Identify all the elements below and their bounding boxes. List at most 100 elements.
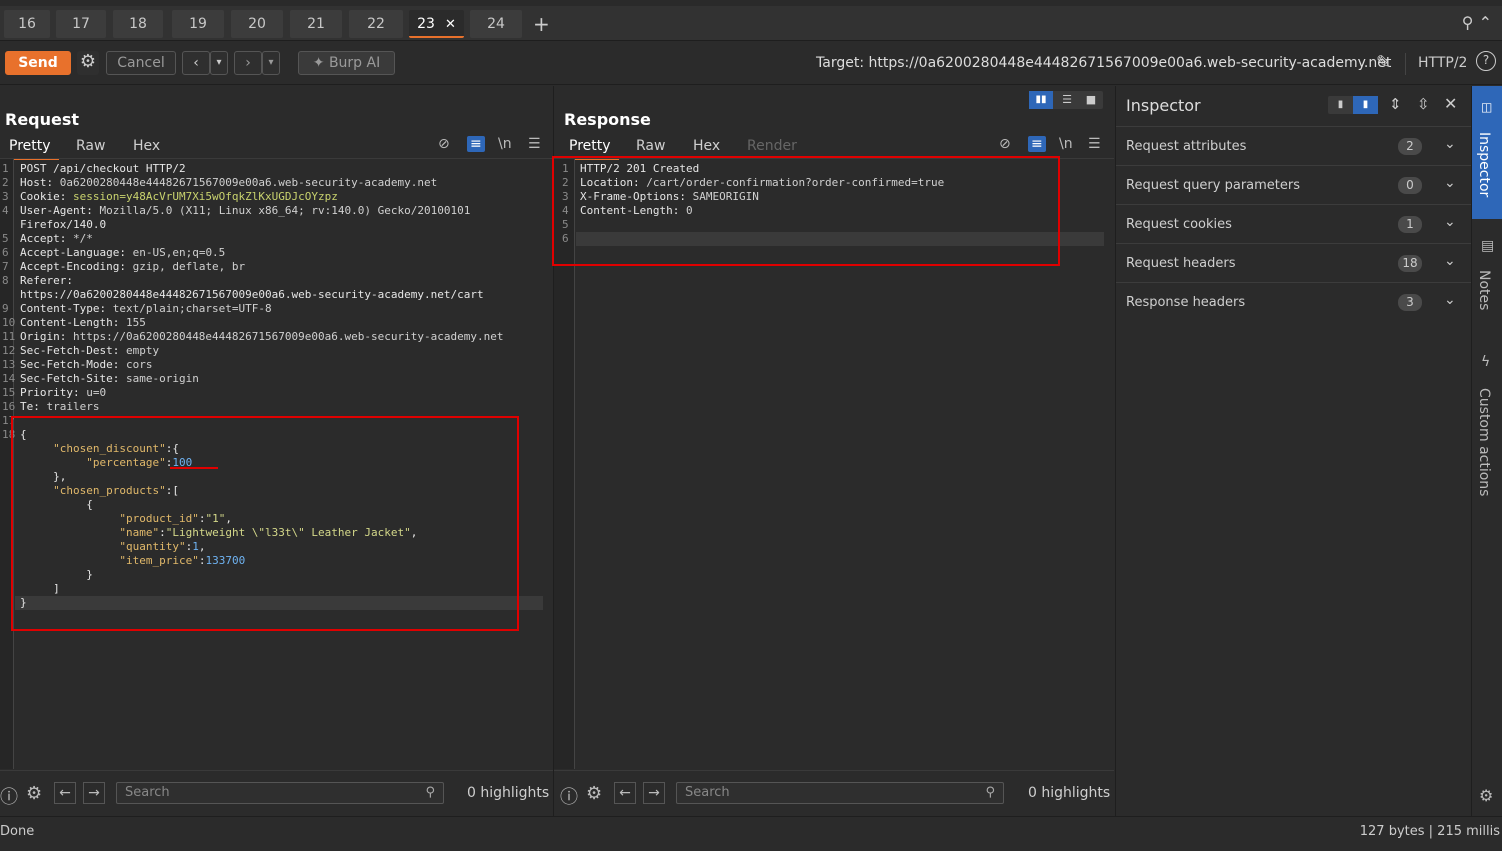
header-value: Mozilla/5.0 (X11; Linux x86_64; rv:140.0… [92, 204, 471, 217]
header-name: Location: [580, 176, 640, 189]
request-tab-raw[interactable]: Raw [76, 138, 105, 154]
line-number: 13 [2, 358, 16, 371]
inspector-row[interactable]: Request headers 18 ⌄ [1116, 243, 1472, 282]
gear-icon[interactable]: ⚙ [77, 51, 99, 75]
menu-icon[interactable]: ☰ [1088, 136, 1101, 152]
search-input[interactable]: Search ⚲ [676, 782, 1004, 804]
pencil-icon[interactable]: ✎ [1376, 52, 1391, 73]
header-name: X-Frame-Options: [580, 190, 686, 203]
forward-dropdown-icon[interactable]: ▾ [262, 51, 280, 75]
request-title: Request [5, 110, 80, 129]
count-badge: 2 [1398, 138, 1422, 155]
close-icon[interactable]: ✕ [1444, 94, 1457, 113]
layout-toggle[interactable]: ▮▮ ☰ ■ [1029, 91, 1103, 109]
search-input[interactable]: Search ⚲ [116, 782, 444, 804]
header-line: Te: trailers [20, 400, 99, 413]
tab-22[interactable]: 22 [349, 10, 403, 38]
tab-bar: 16 17 18 19 20 21 22 23 ✕ 24 + ⚲ ⌃ [0, 0, 1502, 41]
hide-icon[interactable]: ⊘ [999, 136, 1011, 152]
next-arrow-icon[interactable]: → [643, 782, 665, 804]
wrap-icon[interactable]: ≡ [1028, 136, 1046, 152]
request-tab-hex[interactable]: Hex [133, 138, 160, 154]
chevron-down-icon[interactable]: ⌄ [1444, 253, 1456, 269]
inspector-row[interactable]: Request cookies 1 ⌄ [1116, 204, 1472, 243]
request-tab-pretty[interactable]: Pretty [1, 138, 59, 160]
back-dropdown-icon[interactable]: ▾ [210, 51, 228, 75]
close-icon[interactable]: ✕ [445, 17, 456, 32]
response-tab-pretty[interactable]: Pretty [561, 138, 619, 160]
gear-icon[interactable]: ⚙ [26, 783, 42, 804]
notes-icon: ▤ [1481, 238, 1495, 254]
highlights-count: 0 highlights [467, 785, 550, 801]
tab-23-label: 23 [417, 16, 435, 32]
header-name: Content-Length: [20, 316, 120, 329]
help-icon[interactable]: ⓘ [560, 783, 578, 809]
response-editor[interactable]: 123456 HTTP/2 201 Created Location: /cart… [554, 158, 1114, 769]
tab-16[interactable]: 16 [4, 10, 50, 38]
inspector-layout-toggle[interactable]: ▮ ▮ [1328, 96, 1378, 114]
layout-left-icon[interactable]: ▮ [1328, 96, 1353, 114]
inspector-row[interactable]: Request attributes 2 ⌄ [1116, 126, 1472, 165]
split-horizontal-icon[interactable]: ☰ [1055, 91, 1079, 109]
header-line: Referer: [20, 274, 73, 287]
back-button[interactable]: ‹ [182, 51, 210, 75]
newline-toggle[interactable]: \n [498, 136, 512, 152]
prev-arrow-icon[interactable]: ← [614, 782, 636, 804]
sidebar-tab-inspector[interactable]: ◫ Inspector [1472, 86, 1502, 219]
burp-ai-button[interactable]: ✦ Burp AI [298, 51, 395, 75]
request-editor[interactable]: 1 2 3 4 5 6 7 8 9 10 11 12 13 14 15 16 17 18 POST /api/ch… [0, 158, 553, 769]
split-vertical-icon[interactable]: ▮▮ [1029, 91, 1053, 109]
header-name: Origin: [20, 330, 67, 343]
protocol-label[interactable]: HTTP/2 [1418, 55, 1467, 71]
tab-23[interactable]: 23 ✕ [409, 10, 464, 38]
line-number: 4 [562, 204, 569, 217]
tab-17[interactable]: 17 [56, 10, 106, 38]
line-number: 6 [562, 232, 569, 245]
chevron-up-icon[interactable]: ⌃ [1479, 13, 1492, 32]
prev-arrow-icon[interactable]: ← [54, 782, 76, 804]
header-line: User-Agent: Mozilla/5.0 (X11; Linux x86_… [20, 204, 470, 217]
chevron-down-icon[interactable]: ⌄ [1444, 214, 1456, 230]
sidebar-tab-notes[interactable]: ▤ Notes [1472, 226, 1502, 326]
tab-18[interactable]: 18 [113, 10, 163, 38]
search-icon[interactable]: ⚲ [1462, 13, 1474, 32]
inspector-row[interactable]: Response headers 3 ⌄ [1116, 282, 1472, 321]
header-name: HTTP/2 201 Created [580, 162, 700, 175]
expand-all-icon[interactable]: ⇕ [1389, 95, 1402, 113]
help-icon[interactable]: ? [1476, 51, 1496, 71]
response-tab-render[interactable]: Render [747, 138, 797, 154]
tab-20[interactable]: 20 [231, 10, 283, 38]
request-footer: ⓘ ⚙ ← → Search ⚲ 0 highlights [0, 770, 553, 816]
response-tab-raw[interactable]: Raw [636, 138, 665, 154]
help-icon[interactable]: ⓘ [0, 783, 18, 809]
forward-button[interactable]: › [234, 51, 262, 75]
hide-icon[interactable]: ⊘ [438, 136, 450, 152]
layout-right-icon[interactable]: ▮ [1353, 96, 1378, 114]
add-tab-icon[interactable]: + [533, 12, 550, 36]
response-tab-hex[interactable]: Hex [693, 138, 720, 154]
body-line: "quantity":1, [119, 540, 206, 553]
gear-icon[interactable]: ⚙ [1479, 786, 1493, 805]
single-pane-icon[interactable]: ■ [1079, 91, 1103, 109]
tab-21[interactable]: 21 [290, 10, 342, 38]
header-name: Accept: [20, 232, 67, 245]
cancel-button[interactable]: Cancel [106, 51, 176, 75]
collapse-all-icon[interactable]: ⇳ [1417, 95, 1430, 113]
header-value: 155 [119, 316, 146, 329]
tab-24[interactable]: 24 [470, 10, 522, 38]
sidebar-tab-custom-actions[interactable]: ϟ Custom actions [1472, 344, 1502, 524]
wrap-icon[interactable]: ≡ [467, 136, 485, 152]
tab-19[interactable]: 19 [172, 10, 224, 38]
chevron-down-icon[interactable]: ⌄ [1444, 175, 1456, 191]
next-arrow-icon[interactable]: → [83, 782, 105, 804]
body-line: } [20, 568, 93, 581]
menu-icon[interactable]: ☰ [528, 136, 541, 152]
top-strip [0, 0, 1502, 6]
newline-toggle[interactable]: \n [1059, 136, 1073, 152]
inspector-row[interactable]: Request query parameters 0 ⌄ [1116, 165, 1472, 204]
response-footer: ⓘ ⚙ ← → Search ⚲ 0 highlights [554, 770, 1114, 816]
send-button[interactable]: Send [5, 51, 71, 75]
chevron-down-icon[interactable]: ⌄ [1444, 136, 1456, 152]
gear-icon[interactable]: ⚙ [586, 783, 602, 804]
chevron-down-icon[interactable]: ⌄ [1444, 292, 1456, 308]
